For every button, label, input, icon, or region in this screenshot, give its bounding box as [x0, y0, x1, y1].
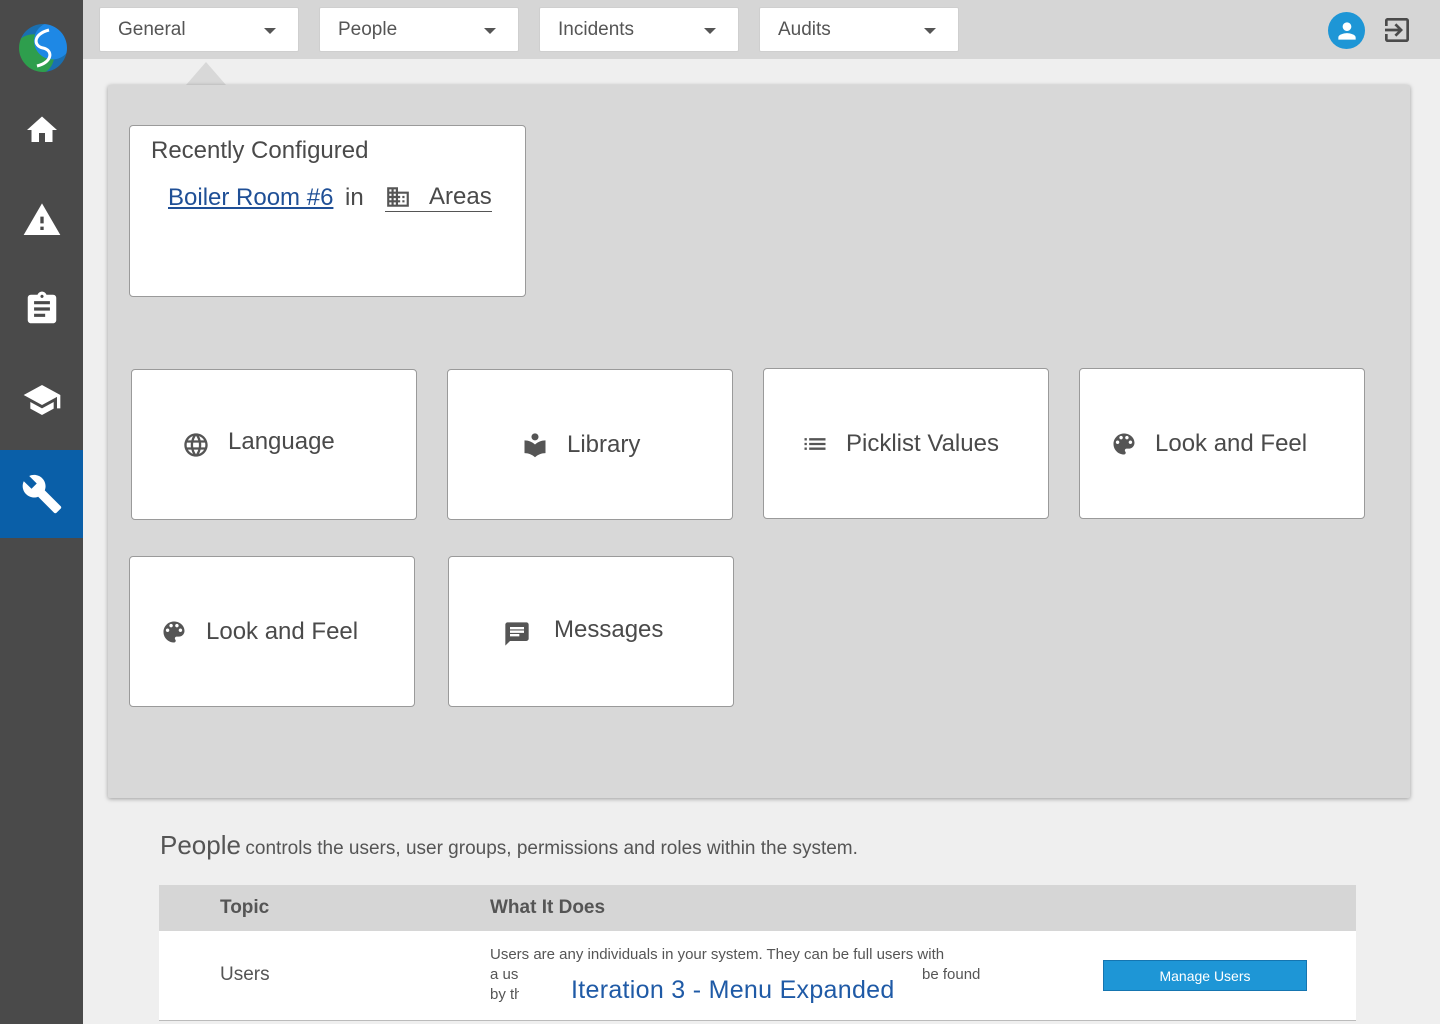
recent-item-link[interactable]: Boiler Room #6 — [168, 184, 333, 212]
clipboard-icon — [27, 291, 56, 324]
menu-people-dropdown[interactable]: People — [319, 7, 519, 52]
tile-look-and-feel[interactable]: Look and Feel — [1079, 368, 1365, 519]
list-icon — [801, 430, 829, 458]
section-text: controls the users, user groups, permiss… — [245, 838, 858, 859]
dropdown-label: General — [118, 18, 186, 40]
menu-audits-dropdown[interactable]: Audits — [759, 7, 959, 52]
section-description: People controls the users, user groups, … — [160, 830, 858, 861]
tile-messages[interactable]: Messages — [448, 556, 734, 707]
section-title: People — [160, 830, 241, 860]
graduation-cap-icon — [23, 385, 60, 415]
home-icon — [26, 116, 57, 142]
caret-down-icon — [704, 28, 716, 34]
recent-area-label: Areas — [429, 182, 492, 210]
caret-down-icon — [484, 28, 496, 34]
sidebar — [0, 0, 83, 1024]
tile-label: Language — [228, 427, 335, 455]
sidebar-item-incidents[interactable] — [0, 176, 83, 264]
tile-label: Library — [567, 430, 641, 458]
recently-configured-card: Recently Configured Boiler Room #6 in Ar… — [129, 125, 526, 297]
iteration-caption: Iteration 3 - Menu Expanded — [519, 972, 907, 1012]
building-icon — [387, 186, 409, 207]
dropdown-label: Audits — [778, 18, 831, 40]
column-header-what-it-does: What It Does — [490, 897, 606, 918]
palette-icon — [1110, 430, 1138, 458]
logout-button[interactable] — [1381, 14, 1413, 46]
dropdown-label: People — [338, 18, 398, 40]
tile-picklist-values[interactable]: Picklist Values — [763, 368, 1049, 519]
table-header: Topic What It Does — [159, 885, 1356, 931]
row-desc-fragment: be found — [922, 966, 981, 983]
top-bar: General People Incidents Audits — [83, 0, 1440, 59]
wrench-icon — [22, 474, 61, 514]
menu-pointer — [186, 62, 226, 85]
menu-incidents-dropdown[interactable]: Incidents — [539, 7, 739, 52]
tile-label: Picklist Values — [846, 429, 999, 457]
logo-swoosh-icon — [34, 28, 52, 68]
sidebar-item-audits[interactable] — [0, 265, 83, 353]
recent-in-label: in — [345, 184, 364, 211]
tile-label: Look and Feel — [1155, 429, 1308, 457]
user-icon — [1337, 21, 1356, 40]
sidebar-item-settings[interactable] — [0, 450, 83, 538]
tile-library[interactable]: Library — [447, 369, 733, 520]
caret-down-icon — [924, 28, 936, 34]
dropdown-label: Incidents — [558, 18, 635, 40]
globe-icon — [182, 431, 210, 459]
column-header-topic: Topic — [220, 897, 270, 918]
tile-look-and-feel-2[interactable]: Look and Feel — [129, 556, 415, 707]
library-icon — [521, 431, 549, 459]
row-desc-line: Users are any individuals in your system… — [490, 946, 945, 963]
message-icon — [503, 620, 531, 648]
tile-label: Messages — [554, 615, 664, 643]
caret-down-icon — [264, 28, 276, 34]
sidebar-item-training[interactable] — [0, 356, 83, 444]
sidebar-item-home[interactable] — [0, 86, 83, 174]
row-topic: Users — [220, 964, 270, 985]
row-desc-fragment: a us — [490, 966, 519, 983]
logout-icon — [1385, 18, 1409, 42]
recent-title: Recently Configured — [151, 137, 369, 164]
recent-area-link[interactable]: Areas — [385, 182, 492, 212]
user-profile-button[interactable] — [1328, 12, 1365, 49]
manage-users-button[interactable]: Manage Users — [1103, 960, 1307, 991]
menu-general-dropdown[interactable]: General — [99, 7, 299, 52]
app-logo[interactable] — [19, 24, 67, 72]
tile-label: Look and Feel — [206, 617, 359, 645]
warning-icon — [23, 203, 60, 235]
palette-icon — [160, 618, 188, 646]
tile-language[interactable]: Language — [131, 369, 417, 520]
